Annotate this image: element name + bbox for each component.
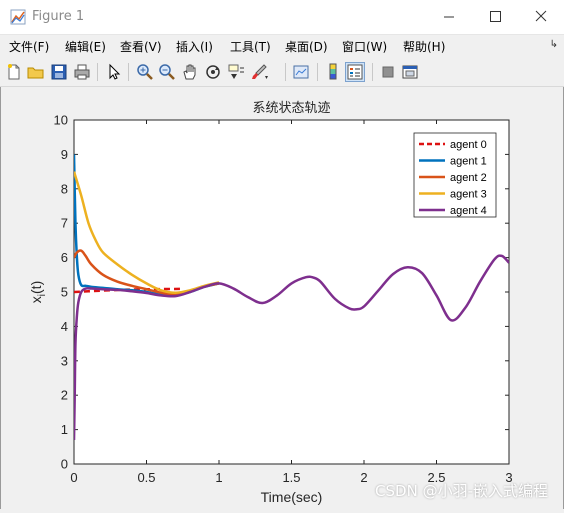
- close-icon: [535, 10, 547, 22]
- legend-label: agent 4: [450, 205, 487, 217]
- legend-label: agent 2: [450, 172, 487, 184]
- svg-text:xi(t): xi(t): [28, 281, 48, 303]
- x-tick-label: 2: [360, 470, 367, 485]
- legend[interactable]: agent 0 agent 1 agent 2 agent 3 agent 4: [413, 132, 497, 218]
- chart-title: 系统状态轨迹: [252, 100, 330, 115]
- new-figure-icon[interactable]: [4, 62, 24, 82]
- save-icon[interactable]: [49, 62, 69, 82]
- minimize-button[interactable]: [426, 0, 472, 34]
- hide-plot-tools-icon[interactable]: [378, 62, 398, 82]
- x-tick-label: 1.5: [282, 470, 300, 485]
- arrow-pointer-icon[interactable]: [104, 62, 124, 82]
- data-cursor-icon[interactable]: [226, 62, 246, 82]
- show-plot-tools-icon[interactable]: [400, 62, 420, 82]
- menu-desktop[interactable]: 桌面(D): [285, 38, 328, 55]
- x-tick-label: 0.5: [137, 470, 155, 485]
- toolbar-separator: [128, 63, 129, 81]
- colorbar-icon[interactable]: [323, 62, 343, 82]
- figure-canvas: 系统状态轨迹 0 0.5 1 1.5 2 2.5 3 0 1 2 3 4 5 6 7 8 9 10 Time(s…: [0, 87, 564, 509]
- figure-left-border: [0, 87, 1, 509]
- y-tick-label: 9: [61, 147, 68, 162]
- menu-file[interactable]: 文件(F): [9, 38, 49, 55]
- menu-overflow-icon[interactable]: ↳: [550, 39, 558, 50]
- link-plot-icon[interactable]: [291, 62, 311, 82]
- menu-bar: 文件(F) 编辑(E) 查看(V) 插入(I) 工具(T) 桌面(D) 窗口(W…: [0, 35, 564, 57]
- title-bar: Figure 1: [0, 0, 564, 35]
- y-tick-label: 10: [54, 113, 68, 128]
- close-button[interactable]: [518, 0, 564, 34]
- maximize-icon: [490, 11, 501, 22]
- legend-label: agent 1: [450, 156, 487, 168]
- menu-help[interactable]: 帮助(H): [403, 38, 445, 55]
- x-axis-label: Time(sec): [261, 489, 323, 505]
- y-axis-label-main: x: [28, 296, 44, 303]
- minimize-icon: [444, 16, 454, 18]
- toolbar-separator: [372, 63, 373, 81]
- y-tick-label: 4: [61, 319, 68, 334]
- zoom-out-icon[interactable]: [157, 62, 177, 82]
- toolbar: [0, 58, 564, 87]
- print-icon[interactable]: [72, 62, 92, 82]
- legend-label: agent 0: [450, 139, 487, 151]
- window-title: Figure 1: [32, 9, 85, 24]
- y-tick-label: 0: [61, 457, 68, 472]
- menu-tools[interactable]: 工具(T): [230, 38, 271, 55]
- toolbar-separator: [317, 63, 318, 81]
- toolbar-separator: [285, 63, 286, 81]
- x-tick-label: 0: [70, 470, 77, 485]
- menu-insert[interactable]: 插入(I): [176, 38, 213, 55]
- legend-icon[interactable]: [345, 62, 365, 82]
- y-tick-label: 8: [61, 181, 68, 196]
- y-tick-label: 2: [61, 388, 68, 403]
- line-chart[interactable]: 系统状态轨迹 0 0.5 1 1.5 2 2.5 3 012345678910 Time(s…: [0, 87, 564, 509]
- y-tick-label: 1: [61, 422, 68, 437]
- csdn-watermark: CSDN @小羽-嵌入式编程: [375, 482, 548, 500]
- open-file-icon[interactable]: [26, 62, 46, 82]
- matlab-figure-icon: [10, 9, 26, 25]
- toolbar-separator: [97, 63, 98, 81]
- y-tick-label: 6: [61, 250, 68, 265]
- menu-edit[interactable]: 编辑(E): [65, 38, 106, 55]
- y-axis-label-tail: (t): [28, 281, 44, 294]
- zoom-in-icon[interactable]: [135, 62, 155, 82]
- y-tick-label: 5: [61, 285, 68, 300]
- y-tick-label: 7: [61, 216, 68, 231]
- x-tick-label: 1: [215, 470, 222, 485]
- brush-icon[interactable]: [249, 62, 269, 82]
- pan-hand-icon[interactable]: [180, 62, 200, 82]
- rotate-3d-icon[interactable]: [203, 62, 223, 82]
- y-tick-label: 3: [61, 353, 68, 368]
- menu-view[interactable]: 查看(V): [120, 38, 162, 55]
- legend-label: agent 3: [450, 189, 487, 201]
- y-axis-label: xi(t): [28, 281, 48, 303]
- menu-window[interactable]: 窗口(W): [342, 38, 387, 55]
- maximize-button[interactable]: [472, 0, 518, 34]
